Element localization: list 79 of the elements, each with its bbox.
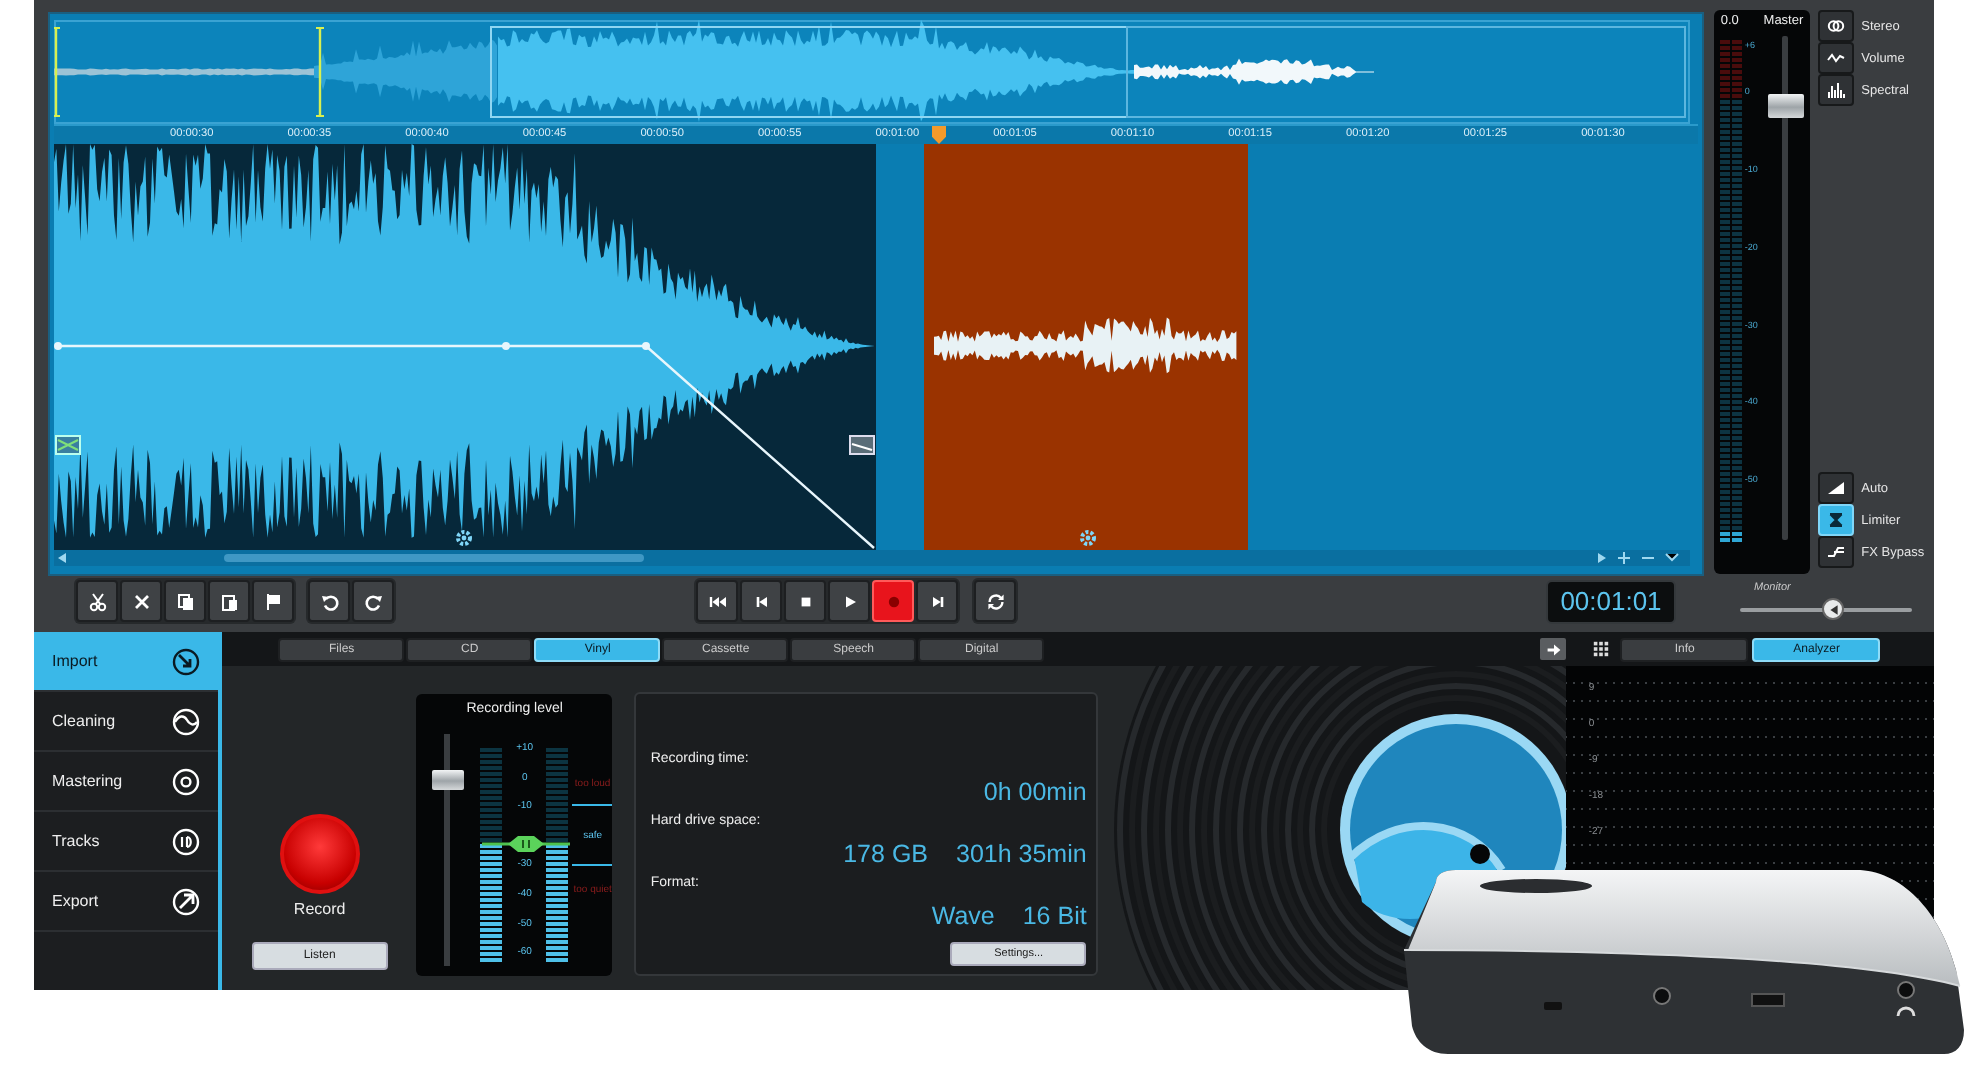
fader-track[interactable] [1782, 36, 1789, 540]
record-label: Record [293, 900, 346, 918]
previous-button[interactable] [740, 580, 782, 622]
overlapping-circles-icon [1825, 16, 1846, 36]
cut-button[interactable] [76, 580, 118, 622]
audio-clip[interactable] [54, 144, 876, 550]
limiter-icon [1825, 510, 1846, 530]
sidebar-item-label: Mastering [52, 772, 123, 790]
arrow-out-circle-icon [172, 887, 201, 915]
play-button[interactable] [828, 580, 870, 622]
info-value: 301h 35min [956, 839, 1087, 867]
volume-envelope-line[interactable] [54, 342, 875, 549]
fade-handle-icon[interactable] [849, 435, 875, 455]
go-to-start-button[interactable] [696, 580, 738, 622]
view-button[interactable] [1817, 74, 1854, 106]
redo-button[interactable] [352, 580, 394, 622]
undo-icon [319, 591, 339, 611]
mode-button[interactable] [1817, 472, 1854, 504]
right-arrow-icon [1545, 641, 1562, 657]
level-marker-icon [482, 833, 571, 854]
level-slider[interactable] [434, 734, 459, 966]
info-value: 178 GB [843, 839, 928, 867]
sidebar-item[interactable]: Tracks [34, 812, 219, 872]
playhead-marker[interactable] [932, 126, 946, 144]
sidebar-item[interactable]: Mastering [34, 752, 219, 812]
arrow-in-circle-icon [172, 647, 201, 675]
spectrum-bars-icon [1825, 80, 1846, 100]
sidebar-item[interactable]: Cleaning [34, 692, 219, 752]
sidebar-item-label: Tracks [52, 832, 100, 850]
gear-icon[interactable] [1080, 530, 1096, 546]
overview-waveform[interactable] [54, 20, 1690, 124]
redo-icon [363, 591, 383, 611]
loop-button[interactable] [974, 580, 1016, 622]
paste-icon [219, 591, 239, 611]
scissors-icon [87, 591, 107, 611]
wave-circle-icon [172, 707, 201, 735]
loop-icon [985, 591, 1005, 611]
mode-button[interactable] [1817, 536, 1854, 568]
disc-icon [172, 767, 201, 795]
record-button[interactable] [279, 814, 360, 894]
sidebar-item[interactable]: Export [34, 872, 219, 932]
stop-button[interactable] [784, 580, 826, 622]
info-value: Wave [931, 901, 995, 929]
fade-handle-icon[interactable] [55, 435, 81, 455]
view-button[interactable] [1817, 10, 1854, 42]
sidebar-item-label: Import [52, 652, 98, 670]
time-display: 00:01:01 [1546, 579, 1676, 623]
audio-clip[interactable] [924, 144, 1248, 550]
undo-button[interactable] [308, 580, 350, 622]
info-value: 16 Bit [1022, 901, 1087, 929]
wave-line-icon [1825, 48, 1846, 68]
master-fader-thumb[interactable] [1768, 93, 1805, 118]
monitor-slider[interactable] [1740, 598, 1912, 620]
info-value: 0h 00min [983, 777, 1087, 805]
paste-button[interactable] [208, 580, 250, 622]
next-icon [927, 591, 947, 611]
bypass-curve-icon [1825, 542, 1846, 562]
sidebar-item-label: Cleaning [52, 712, 116, 730]
copy-button[interactable] [164, 580, 206, 622]
circle-icon [172, 827, 201, 855]
horizontal-scrollbar[interactable] [54, 550, 1690, 566]
gear-icon[interactable] [456, 530, 472, 546]
view-button[interactable] [1817, 42, 1854, 74]
copy-icon [175, 591, 195, 611]
grid-icon[interactable] [1592, 640, 1611, 658]
next-button[interactable] [916, 580, 958, 622]
record-icon [883, 591, 903, 611]
marker-button[interactable] [252, 580, 294, 622]
collapse-button[interactable] [1540, 638, 1567, 660]
sidebar-item[interactable]: Import [34, 632, 219, 692]
sidebar-item-label: Export [52, 892, 99, 910]
previous-icon [751, 591, 771, 611]
flag-icon [263, 591, 283, 611]
close-icon [131, 591, 151, 611]
ramp-icon [1825, 478, 1846, 498]
delete-button[interactable] [120, 580, 162, 622]
level-slider-thumb[interactable] [432, 770, 465, 791]
skip-back-icon [707, 591, 727, 611]
monitor-slider-thumb[interactable] [1822, 598, 1845, 620]
